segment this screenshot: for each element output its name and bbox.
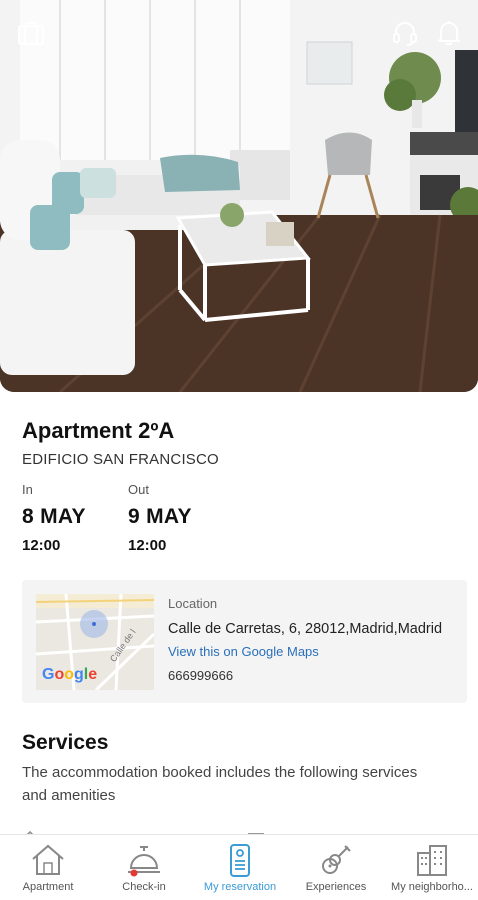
hero-photo — [0, 0, 478, 392]
nav-my-neighborhood-label: My neighborho... — [391, 881, 473, 893]
google-logo: Google — [42, 666, 98, 683]
apartment-title: Apartment 2ºA — [22, 418, 175, 443]
nav-check-in[interactable]: Check-in — [96, 835, 192, 900]
check-in-time: 12:00 — [22, 537, 61, 554]
services-list-peek — [22, 826, 462, 834]
nav-my-reservation[interactable]: My reservation — [192, 835, 288, 900]
google-maps-link[interactable]: View this on Google Maps — [168, 644, 319, 659]
notification-badge — [130, 869, 138, 877]
building-name: EDIFICIO SAN FRANCISCO — [22, 451, 219, 468]
nav-apartment[interactable]: Apartment — [0, 835, 96, 900]
nav-my-reservation-label: My reservation — [203, 881, 277, 893]
map-thumbnail[interactable]: Google Calle de l — [36, 594, 154, 690]
nav-check-in-label: Check-in — [122, 881, 166, 893]
keycard-icon — [192, 843, 288, 879]
headset-icon[interactable] — [392, 20, 422, 50]
luggage-icon[interactable] — [17, 20, 47, 50]
nav-experiences[interactable]: Experiences — [288, 835, 384, 900]
check-in-label: In — [22, 482, 33, 497]
services-description: The accommodation booked includes the fo… — [22, 764, 418, 804]
phone-number[interactable]: 666999666 — [168, 668, 233, 683]
house-icon — [0, 843, 96, 879]
guitar-icon — [288, 843, 384, 879]
location-label: Location — [168, 596, 218, 611]
services-title: Services — [22, 731, 109, 754]
check-out-time: 12:00 — [128, 537, 167, 554]
buildings-icon — [384, 843, 478, 879]
service-bell-icon — [96, 843, 192, 879]
bell-icon[interactable] — [437, 20, 467, 50]
check-out-label: Out — [128, 482, 149, 497]
check-in-date: 8 MAY — [22, 505, 86, 528]
bottom-navigation: Apartment Check-in My reservation Experi… — [0, 834, 478, 900]
check-out-date: 9 MAY — [128, 505, 192, 528]
location-address: Calle de Carretas, 6, 28012,Madrid,Madri… — [168, 621, 443, 637]
nav-apartment-label: Apartment — [22, 881, 74, 893]
location-card[interactable]: Google Calle de l Location Calle de Carr… — [22, 580, 467, 703]
nav-my-neighborhood[interactable]: My neighborho... — [384, 835, 478, 900]
living-room-photo — [0, 0, 478, 392]
nav-experiences-label: Experiences — [305, 881, 367, 893]
